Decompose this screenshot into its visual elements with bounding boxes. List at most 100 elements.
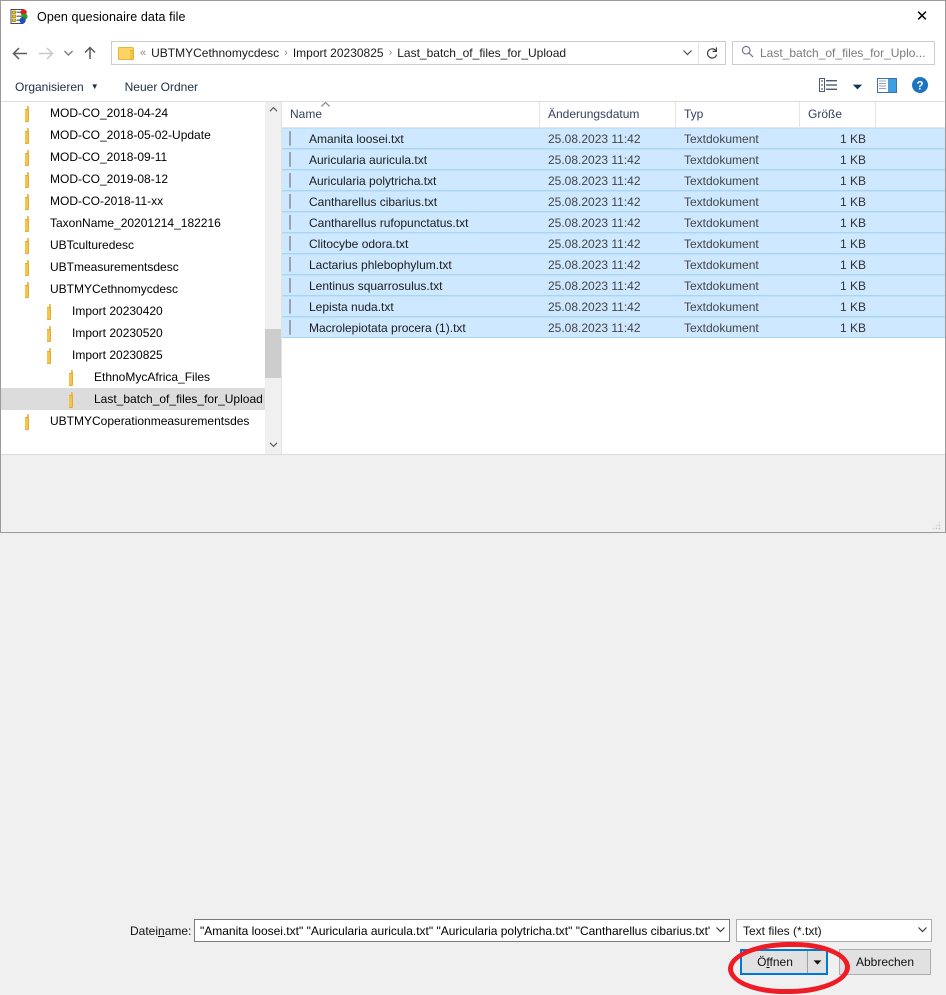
column-header-gr-e[interactable]: Größe (800, 102, 876, 127)
tree-item-mod-co-2018-09-11[interactable]: MOD-CO_2018-09-11 (1, 146, 265, 168)
tree-item-import-20230520[interactable]: Import 20230520 (1, 322, 265, 344)
tree-item-label: MOD-CO_2018-09-11 (50, 150, 167, 164)
title-bar: Open quesionaire data file ✕ (1, 1, 945, 34)
file-row[interactable]: Cantharellus rufopunctatus.txt25.08.2023… (282, 212, 945, 233)
tree-item-ethnomycafrica-files[interactable]: EthnoMycAfrica_Files (1, 366, 265, 388)
back-button[interactable] (7, 40, 33, 66)
command-bar-right: ? (819, 76, 937, 97)
tree-item-last-batch-of-files-for-upload[interactable]: Last_batch_of_files_for_Upload (1, 388, 265, 410)
file-date-cell: 25.08.2023 11:42 (540, 237, 676, 251)
file-type-cell: Textdokument (676, 300, 800, 314)
refresh-button[interactable] (698, 41, 726, 65)
tree-item-mod-co-2018-05-02-update[interactable]: MOD-CO_2018-05-02-Update (1, 124, 265, 146)
view-options-icon (819, 78, 838, 92)
file-name-cell: Lepista nuda.txt (282, 299, 540, 314)
breadcrumb-item-2[interactable]: Import 20230825 (291, 46, 386, 60)
tree-item-mod-co-2018-04-24[interactable]: MOD-CO_2018-04-24 (1, 102, 265, 124)
filename-label-accel: n (158, 924, 165, 938)
chevron-down-icon (63, 49, 74, 57)
column-header-label: Typ (684, 107, 703, 121)
tree-item-ubtmeasurementsdesc[interactable]: UBTmeasurementsdesc (1, 256, 265, 278)
scroll-up-button[interactable] (269, 102, 278, 119)
cancel-button[interactable]: Abbrechen (839, 949, 931, 975)
filename-input[interactable] (195, 924, 712, 938)
filename-label-pre: Datei (130, 924, 158, 938)
tree-item-mod-co-2018-11-xx[interactable]: MOD-CO-2018-11-xx (1, 190, 265, 212)
tree-scroll-thumb[interactable] (265, 329, 281, 378)
file-row[interactable]: Lactarius phlebophylum.txt25.08.2023 11:… (282, 254, 945, 275)
up-button[interactable] (77, 40, 103, 66)
file-row[interactable]: Cantharellus cibarius.txt25.08.2023 11:4… (282, 191, 945, 212)
search-box[interactable]: Last_batch_of_files_for_Uplo... (732, 41, 935, 65)
filetype-combobox[interactable]: Text files (*.txt) (736, 919, 932, 942)
file-row[interactable]: Auricularia auricula.txt25.08.2023 11:42… (282, 149, 945, 170)
file-size-cell: 1 KB (800, 195, 876, 209)
file-type-cell: Textdokument (676, 195, 800, 209)
file-type-cell: Textdokument (676, 216, 800, 230)
text-document-icon (289, 278, 301, 293)
arrow-up-icon (83, 46, 97, 60)
tree-scroll-track[interactable] (265, 119, 281, 437)
file-date-cell: 25.08.2023 11:42 (540, 216, 676, 230)
file-name-cell: Cantharellus cibarius.txt (282, 194, 540, 209)
tree-scrollbar[interactable] (265, 102, 281, 454)
folder-icon (27, 261, 43, 274)
file-type-cell: Textdokument (676, 258, 800, 272)
search-input[interactable]: Last_batch_of_files_for_Uplo... (760, 46, 925, 60)
breadcrumb-separator[interactable]: › (284, 47, 288, 59)
caret-down-icon (813, 959, 822, 966)
caret-down-icon (852, 83, 863, 91)
resize-grip-icon[interactable] (931, 519, 941, 529)
new-folder-label: Neuer Ordner (125, 80, 198, 94)
column-header-typ[interactable]: Typ (676, 102, 800, 127)
forward-button[interactable] (33, 40, 59, 66)
file-row[interactable]: Amanita loosei.txt25.08.2023 11:42Textdo… (282, 128, 945, 149)
help-button[interactable]: ? (911, 76, 929, 97)
tree-item-import-20230825[interactable]: Import 20230825 (1, 344, 265, 366)
open-split-dropdown-button[interactable] (807, 951, 826, 973)
tree-item-label: MOD-CO_2018-05-02-Update (50, 128, 211, 142)
preview-pane-button[interactable] (877, 78, 897, 96)
filename-dropdown-button[interactable] (712, 925, 729, 936)
column-header-name[interactable]: Name (282, 102, 540, 127)
open-button[interactable]: Öffnen (740, 949, 828, 975)
folder-icon (49, 349, 65, 362)
folder-icon (27, 129, 43, 142)
file-row[interactable]: Clitocybe odora.txt25.08.2023 11:42Textd… (282, 233, 945, 254)
file-name-cell: Lentinus squarrosulus.txt (282, 278, 540, 293)
tree-item-label: UBTculturedesc (50, 238, 134, 252)
scroll-down-button[interactable] (269, 437, 278, 454)
text-document-icon (289, 257, 301, 272)
new-folder-button[interactable]: Neuer Ordner (125, 80, 198, 94)
breadcrumb-overflow[interactable]: « (140, 47, 146, 59)
address-bar[interactable]: « UBTMYCethnomycdesc › Import 20230825 ›… (111, 41, 699, 65)
tree-item-ubtmycoperationmeasurementsdes[interactable]: UBTMYCoperationmeasurementsdes (1, 410, 265, 432)
view-options-button[interactable] (819, 78, 838, 95)
tree-item-ubtculturedesc[interactable]: UBTculturedesc (1, 234, 265, 256)
folder-icon (71, 393, 87, 406)
filename-combobox[interactable] (194, 919, 730, 942)
file-name-cell: Clitocybe odora.txt (282, 236, 540, 251)
tree-item-import-20230420[interactable]: Import 20230420 (1, 300, 265, 322)
breadcrumb-item-3[interactable]: Last_batch_of_files_for_Upload (395, 46, 568, 60)
view-dropdown-button[interactable] (852, 80, 863, 94)
breadcrumb-separator[interactable]: › (389, 47, 393, 59)
tree-item-mod-co-2019-08-12[interactable]: MOD-CO_2019-08-12 (1, 168, 265, 190)
arrow-right-icon (38, 47, 54, 60)
file-row[interactable]: Macrolepiotata procera (1).txt25.08.2023… (282, 317, 945, 338)
address-dropdown-button[interactable] (676, 47, 698, 59)
refresh-icon (705, 46, 719, 60)
breadcrumb-item-1[interactable]: UBTMYCethnomycdesc (149, 46, 281, 60)
file-row[interactable]: Lentinus squarrosulus.txt25.08.2023 11:4… (282, 275, 945, 296)
close-button[interactable]: ✕ (899, 1, 945, 32)
file-date-cell: 25.08.2023 11:42 (540, 321, 676, 335)
file-row[interactable]: Lepista nuda.txt25.08.2023 11:42Textdoku… (282, 296, 945, 317)
filetype-dropdown-button[interactable] (914, 925, 931, 936)
recent-locations-button[interactable] (59, 40, 77, 66)
dialog-footer: Dateiname: Text files (*.txt) Öffnen (1, 454, 945, 532)
column-header--nderungsdatum[interactable]: Änderungsdatum (540, 102, 676, 127)
tree-item-taxonname-20201214-182216[interactable]: TaxonName_20201214_182216 (1, 212, 265, 234)
tree-item-ubtmycethnomycdesc[interactable]: UBTMYCethnomycdesc (1, 278, 265, 300)
organize-button[interactable]: Organisieren ▼ (15, 80, 99, 94)
file-row[interactable]: Auricularia polytricha.txt25.08.2023 11:… (282, 170, 945, 191)
